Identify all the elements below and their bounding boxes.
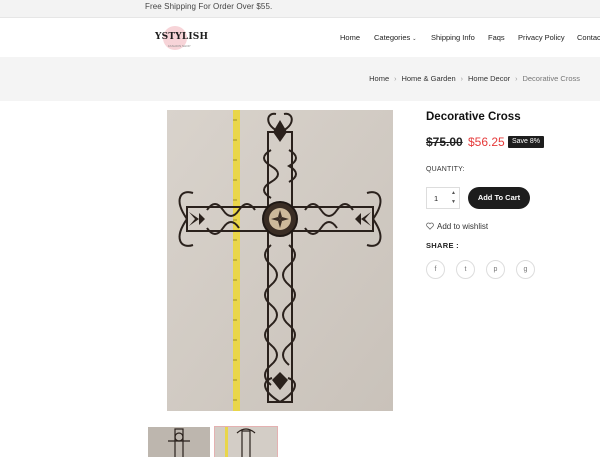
thumbnail-image [215,427,277,457]
announcement-text: Free Shipping For Order Over $55. [145,2,273,11]
thumbnail-image [148,427,210,457]
quantity-label: QUANTITY: [426,166,465,173]
breadcrumb-home-garden[interactable]: Home & Garden [401,74,455,83]
product-title: Decorative Cross [426,111,521,123]
facebook-icon[interactable]: f [426,260,445,279]
nav-faqs[interactable]: Faqs [488,33,505,42]
logo[interactable]: YSTYLISH FASHION SHOP [155,26,215,50]
announcement-bar: Free Shipping For Order Over $55. [0,0,600,18]
chevron-up-icon[interactable]: ▲ [451,190,456,196]
logo-tagline: FASHION SHOP [168,44,191,48]
breadcrumb: Home › Home & Garden › Home Decor › Decorative… [369,74,580,83]
chevron-right-icon: › [394,76,397,83]
discount-badge: Save 8% [508,136,545,148]
breadcrumb-home[interactable]: Home [369,74,389,83]
product-thumbnail[interactable] [148,427,210,457]
wishlist-label: Add to wishlist [437,222,489,231]
nav-shipping-info[interactable]: Shipping Info [431,33,475,42]
breadcrumb-home-decor[interactable]: Home Decor [468,74,510,83]
chevron-down-icon: ⌄ [412,36,417,42]
nav-categories[interactable]: Categories ⌄ [374,33,416,42]
nav-categories-label: Categories [374,33,411,42]
quantity-stepper[interactable]: 1 ▲ ▼ [426,187,460,209]
add-to-cart-button[interactable]: Add To Cart [468,187,530,209]
add-to-wishlist-link[interactable]: Add to wishlist [426,222,488,231]
nav-home[interactable]: Home [340,33,360,42]
breadcrumb-current: Decorative Cross [522,74,580,83]
breadcrumb-bar: Home › Home & Garden › Home Decor › Decorative… [0,57,600,101]
product-main-image[interactable] [167,110,393,411]
site-header: YSTYLISH FASHION SHOP Home Categories ⌄ S… [0,18,600,57]
chevron-down-icon[interactable]: ▼ [451,199,456,205]
twitter-icon[interactable]: t [456,260,475,279]
logo-text: YSTYLISH [155,32,209,42]
original-price: $75.00 [426,135,463,149]
cross-photo [167,110,393,411]
product-thumbnail[interactable] [214,426,278,457]
pinterest-icon[interactable]: p [486,260,505,279]
share-label: SHARE : [426,241,459,250]
sale-price: $56.25 [468,135,505,149]
nav-privacy-policy[interactable]: Privacy Policy [518,33,565,42]
heart-icon [426,222,434,230]
chevron-right-icon: › [515,76,518,83]
google-plus-icon[interactable]: g [516,260,535,279]
nav-contact[interactable]: Contac [577,33,600,42]
chevron-right-icon: › [460,76,464,83]
quantity-input[interactable]: 1 [434,194,438,203]
